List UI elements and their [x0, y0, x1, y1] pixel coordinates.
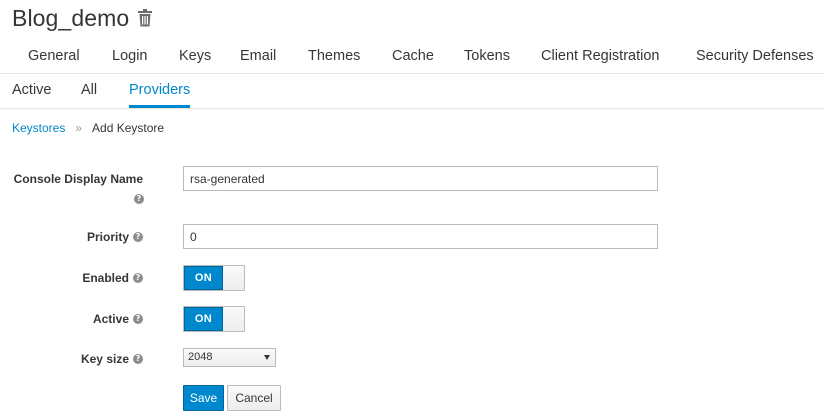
tab-cache[interactable]: Cache [392, 39, 434, 74]
active-help-icon[interactable]: ? [133, 314, 143, 324]
keys-sub-tabs: Active All Providers [0, 74, 824, 109]
save-button[interactable]: Save [183, 385, 224, 411]
tab-themes[interactable]: Themes [308, 39, 360, 74]
tab-client-registration[interactable]: Client Registration [541, 39, 659, 74]
trash-icon[interactable] [138, 9, 153, 27]
tab-security-defenses[interactable]: Security Defenses [696, 39, 814, 74]
breadcrumb-current: Add Keystore [92, 121, 165, 135]
tab-general[interactable]: General [28, 39, 80, 74]
subtab-all[interactable]: All [81, 74, 97, 108]
key-size-selected-value: 2048 [188, 351, 213, 363]
chevron-down-icon [264, 355, 270, 360]
subtab-providers[interactable]: Providers [129, 74, 191, 108]
display-name-help-icon[interactable]: ? [134, 194, 144, 204]
enabled-field: Enabled ? [0, 270, 143, 286]
enabled-toggle-handle [223, 266, 244, 290]
tab-login[interactable]: Login [112, 39, 147, 74]
active-field: Active ? [0, 311, 143, 327]
tab-email[interactable]: Email [240, 39, 276, 74]
realm-title: Blog_demo [12, 4, 130, 31]
cancel-button[interactable]: Cancel [227, 385, 281, 411]
active-toggle[interactable]: ON [183, 306, 245, 332]
realm-header: Blog_demo [12, 4, 153, 32]
display-name-input[interactable] [183, 166, 658, 191]
display-name-label: Console Display Name [13, 171, 143, 186]
tab-keys[interactable]: Keys [179, 39, 211, 74]
breadcrumb-keystores-link[interactable]: Keystores [12, 121, 65, 135]
breadcrumb-separator: » [75, 121, 83, 135]
priority-label: Priority [86, 230, 129, 244]
active-toggle-on-label: ON [184, 307, 223, 331]
priority-field: Priority ? [0, 229, 143, 245]
priority-help-icon[interactable]: ? [133, 232, 143, 242]
active-toggle-handle [223, 307, 244, 331]
enabled-label: Enabled [82, 271, 129, 285]
realm-settings-tabs: General Login Keys Email Themes Cache To… [0, 39, 824, 74]
key-size-help-icon[interactable]: ? [133, 354, 143, 364]
priority-input[interactable] [183, 224, 658, 249]
key-size-field: Key size ? [0, 351, 143, 367]
tab-tokens[interactable]: Tokens [464, 39, 510, 74]
key-size-label: Key size [80, 352, 129, 366]
subtab-active[interactable]: Active [12, 74, 52, 108]
active-label: Active [92, 312, 129, 326]
breadcrumb: Keystores » Add Keystore [12, 120, 164, 136]
enabled-toggle-on-label: ON [184, 266, 223, 290]
enabled-help-icon[interactable]: ? [133, 273, 143, 283]
enabled-toggle[interactable]: ON [183, 265, 245, 291]
key-size-select[interactable]: 2048 [183, 348, 276, 367]
